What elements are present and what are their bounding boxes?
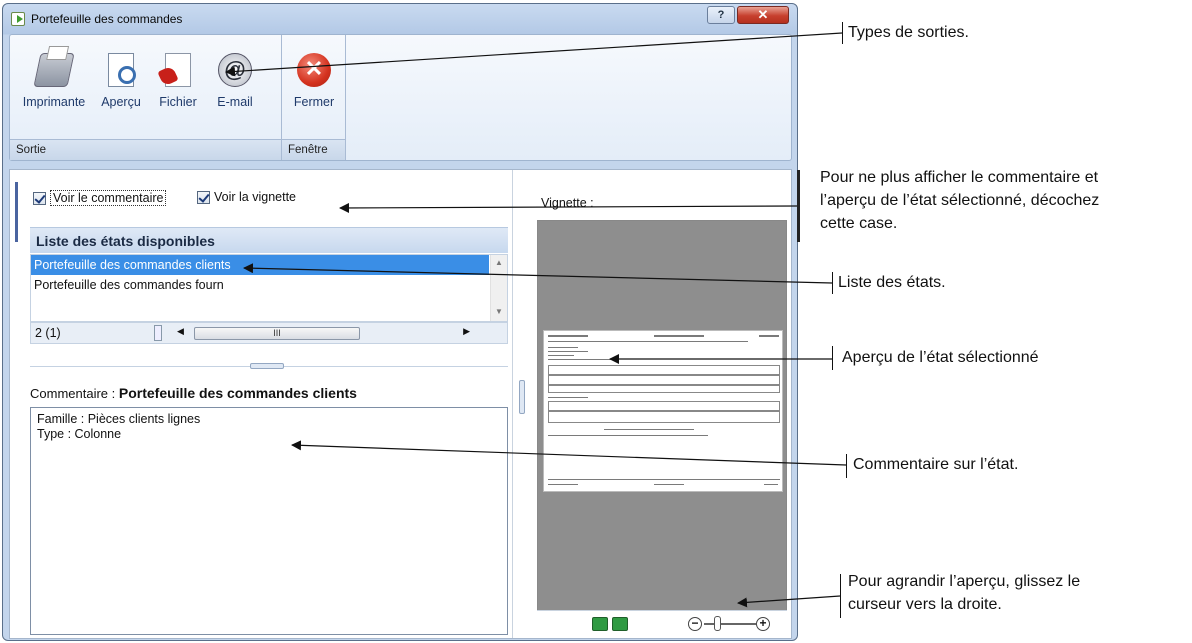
thumbnail-pane: Vignette : − + <box>530 170 793 638</box>
title-bar: Portefeuille des commandes ? ✕ <box>3 4 797 34</box>
list-item[interactable]: Portefeuille des commandes fourn <box>31 275 489 295</box>
preview-button-label: Aperçu <box>101 95 141 109</box>
close-icon: ✕ <box>297 53 331 87</box>
close-button[interactable]: ✕ Fermer <box>286 53 342 109</box>
callout-tick <box>832 346 833 370</box>
callout-comment: Commentaire sur l’état. <box>853 456 1019 473</box>
zoom-slider-handle[interactable] <box>714 616 721 631</box>
callout-tick <box>840 574 841 618</box>
thumbnail-preview <box>537 220 787 638</box>
comment-box: Famille : Pièces clients lignes Type : C… <box>30 407 508 635</box>
email-icon: @ <box>218 53 252 87</box>
callout-enlarge-line: curseur vers la droite. <box>848 596 1002 613</box>
app-icon <box>11 12 25 26</box>
callout-bracket <box>797 170 800 242</box>
scroll-up-icon[interactable]: ▲ <box>495 258 503 267</box>
record-count: 2 (1) <box>35 326 61 340</box>
email-button-label: E-mail <box>217 95 253 109</box>
zoom-slider[interactable] <box>704 623 756 625</box>
printer-button[interactable]: Imprimante <box>18 53 90 109</box>
email-button[interactable]: @ E-mail <box>206 53 264 109</box>
report-window: Portefeuille des commandes ? ✕ Imprimant… <box>2 3 798 641</box>
callout-hide-line: cette case. <box>820 215 898 232</box>
file-button-label: Fichier <box>159 95 197 109</box>
preview-button[interactable]: Aperçu <box>94 53 148 109</box>
comment-heading: Commentaire : Portefeuille des commandes… <box>30 385 357 401</box>
window-close-button[interactable]: ✕ <box>737 6 789 24</box>
pane-edge-marker <box>15 182 18 242</box>
list-horizontal-scrollbar[interactable]: ◀ III ▶ <box>175 326 490 341</box>
help-button[interactable]: ? <box>707 6 735 24</box>
zoom-in-icon[interactable]: + <box>756 617 770 631</box>
printer-icon <box>33 53 75 87</box>
report-page-thumbnail <box>543 330 783 492</box>
vertical-splitter-handle[interactable] <box>519 380 525 414</box>
callout-tick <box>832 272 833 294</box>
scroll-right-icon[interactable]: ▶ <box>463 326 470 337</box>
callout-enlarge: Pour agrandir l’aperçu, glissez le curse… <box>848 570 1080 616</box>
callout-output-types: Types de sorties. <box>848 24 969 41</box>
ribbon-group-label-output: Sortie <box>10 139 281 160</box>
scroll-down-icon[interactable]: ▼ <box>495 307 503 316</box>
scroll-left-icon[interactable]: ◀ <box>177 326 184 337</box>
comment-line: Famille : Pièces clients lignes <box>37 412 201 426</box>
callout-hide-comment: Pour ne plus afficher le commentaire et … <box>820 166 1099 235</box>
show-thumbnail-label: Voir la vignette <box>214 190 296 204</box>
callout-enlarge-line: Pour agrandir l’aperçu, glissez le <box>848 573 1081 590</box>
comment-report-title: Portefeuille des commandes clients <box>118 385 357 401</box>
callout-report-list: Liste des états. <box>838 274 946 291</box>
fit-width-icon[interactable] <box>612 617 628 631</box>
ribbon-group-output: Imprimante Aperçu Fichier @ E-mail Sorti… <box>10 35 282 160</box>
list-item[interactable]: Portefeuille des commandes clients <box>31 255 489 275</box>
close-button-label: Fermer <box>293 95 335 109</box>
pdf-file-icon <box>165 53 191 87</box>
callout-hide-line: l’aperçu de l’état sélectionné, décochez <box>820 192 1100 209</box>
horizontal-splitter[interactable] <box>30 363 508 372</box>
callout-tick <box>842 22 843 44</box>
report-list-header: Liste des états disponibles <box>30 227 508 253</box>
window-body: Voir le commentaire Voir la vignette Lis… <box>9 169 792 639</box>
show-comment-label: Voir le commentaire <box>50 190 167 206</box>
zoom-out-icon[interactable]: − <box>688 617 702 631</box>
callout-hide-line: Pour ne plus afficher le commentaire et <box>820 169 1099 186</box>
horizontal-scroll-thumb[interactable]: III <box>194 327 360 340</box>
left-pane: Voir le commentaire Voir la vignette Lis… <box>10 170 513 638</box>
callout-selected-preview: Aperçu de l’état sélectionné <box>842 349 1039 366</box>
file-button[interactable]: Fichier <box>152 53 204 109</box>
ribbon-group-label-window: Fenêtre <box>282 139 345 160</box>
comment-label: Commentaire : <box>30 386 116 401</box>
comment-line: Type : Colonne <box>37 427 122 441</box>
ribbon: Imprimante Aperçu Fichier @ E-mail Sorti… <box>9 34 792 161</box>
list-vertical-scrollbar[interactable]: ▲ ▼ <box>490 255 507 321</box>
ribbon-group-window: ✕ Fermer Fenêtre <box>282 35 346 160</box>
callout-tick <box>846 454 847 478</box>
preview-icon <box>108 53 136 87</box>
checkbox-checked-icon <box>197 190 210 204</box>
show-comment-checkbox[interactable]: Voir le commentaire <box>33 190 167 206</box>
thumbnail-toolbar: − + <box>537 610 787 638</box>
report-list: Portefeuille des commandes clients Porte… <box>30 254 508 322</box>
fit-page-icon[interactable] <box>592 617 608 631</box>
list-status-bar: 2 (1) ◀ III ▶ <box>30 322 508 344</box>
printer-button-label: Imprimante <box>22 95 86 109</box>
checkbox-checked-icon <box>33 191 46 205</box>
column-grip[interactable] <box>154 325 162 341</box>
show-thumbnail-checkbox[interactable]: Voir la vignette <box>197 190 296 204</box>
thumbnail-label: Vignette : <box>541 196 594 210</box>
window-title: Portefeuille des commandes <box>31 12 183 26</box>
splitter-handle[interactable] <box>250 363 284 369</box>
